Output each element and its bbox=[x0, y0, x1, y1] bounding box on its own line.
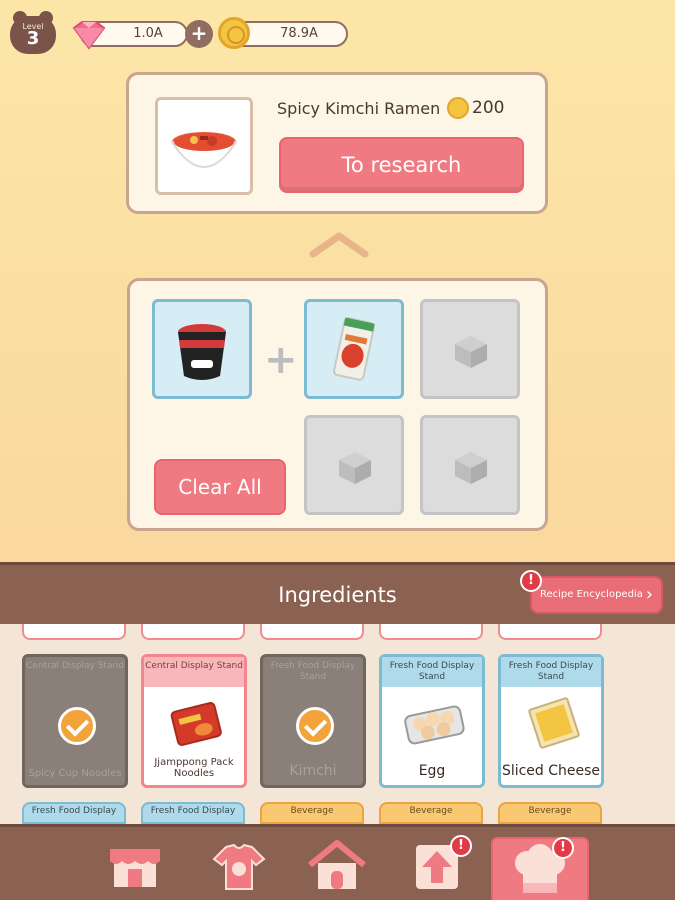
top-hud: Level 3 1.0A + 78.9A bbox=[10, 8, 350, 55]
level-head: Level 3 bbox=[10, 16, 56, 54]
card-top-strip bbox=[260, 624, 364, 640]
gem-icon bbox=[72, 21, 106, 50]
empty-cube-icon bbox=[339, 452, 371, 484]
alert-badge-icon: ! bbox=[450, 835, 472, 857]
kimchi-pack-icon bbox=[333, 317, 375, 381]
ingredients-header: Ingredients Recipe Encyclopedia › ! bbox=[0, 562, 675, 624]
card-top-strip bbox=[141, 624, 245, 640]
recipe-card: Spicy Kimchi Ramen 200 To research bbox=[126, 72, 548, 214]
plus-icon: + bbox=[264, 337, 298, 383]
egg-tray-icon bbox=[404, 705, 465, 745]
card-name: Spicy Cup Noodles bbox=[28, 768, 122, 779]
checkmark-icon bbox=[58, 707, 96, 745]
alert-badge-icon: ! bbox=[552, 837, 574, 859]
ingredient-list: Central Display Stand Spicy Cup Noodles … bbox=[0, 624, 675, 824]
ingredient-slot-2[interactable] bbox=[304, 299, 404, 399]
ingredient-card[interactable]: Central Display Stand Jjamppong Pack Noo… bbox=[141, 654, 247, 788]
card-name: Sliced Cheese bbox=[501, 763, 601, 779]
cup-noodle-icon bbox=[178, 324, 226, 380]
card-category: Beverage bbox=[379, 802, 483, 824]
card-category: Central Display Stand bbox=[144, 657, 244, 687]
home-icon bbox=[308, 840, 366, 889]
ingredient-card[interactable]: Fresh Food Display Stand Sliced Cheese bbox=[498, 654, 604, 788]
empty-cube-icon bbox=[455, 452, 487, 484]
coins-value: 78.9A bbox=[280, 26, 318, 41]
alert-badge-icon: ! bbox=[520, 570, 542, 592]
ingredient-card[interactable]: Fresh Food Display Stand Kimchi bbox=[260, 654, 366, 788]
card-name: Jjamppong Pack Noodles bbox=[154, 757, 234, 779]
recipe-encyclopedia-button[interactable]: Recipe Encyclopedia › bbox=[530, 576, 663, 614]
card-category: Beverage bbox=[498, 802, 602, 824]
checkmark-icon bbox=[296, 707, 334, 745]
recipe-name: Spicy Kimchi Ramen bbox=[277, 99, 441, 118]
empty-cube-icon bbox=[455, 336, 487, 368]
gems-value: 1.0A bbox=[133, 26, 163, 41]
jjamppong-pack-icon bbox=[170, 702, 222, 746]
nav-recipe-lab[interactable] bbox=[491, 837, 589, 900]
ingredient-slot-3[interactable] bbox=[420, 299, 520, 399]
card-name: Egg bbox=[418, 763, 446, 779]
ingredient-card[interactable]: Fresh Food Display Stand Egg bbox=[379, 654, 485, 788]
clear-all-button[interactable]: Clear All bbox=[154, 459, 286, 515]
nav-shop[interactable] bbox=[100, 835, 170, 897]
ramen-bowl-icon bbox=[170, 132, 238, 168]
cheese-slice-icon bbox=[528, 697, 580, 749]
ingredient-slot-5[interactable] bbox=[420, 415, 520, 515]
level-value: 3 bbox=[26, 28, 40, 49]
card-top-strip bbox=[22, 624, 126, 640]
ingredient-slot-4[interactable] bbox=[304, 415, 404, 515]
add-gems-button[interactable]: + bbox=[185, 20, 213, 48]
coin-icon bbox=[218, 17, 250, 49]
ingredient-combine-panel: + Clear All bbox=[127, 278, 548, 531]
level-badge[interactable]: Level 3 bbox=[10, 11, 56, 55]
chevron-up-icon bbox=[309, 232, 369, 258]
chevron-right-icon: › bbox=[645, 584, 653, 605]
card-category: Fresh Food Display bbox=[22, 802, 126, 824]
card-category: Beverage bbox=[260, 802, 364, 824]
card-category: Central Display Stand bbox=[26, 661, 124, 671]
recipe-cost: 200 bbox=[472, 98, 505, 118]
ingredient-slot-1[interactable] bbox=[152, 299, 252, 399]
encyclopedia-label: Recipe Encyclopedia bbox=[540, 589, 643, 600]
recipe-image bbox=[155, 97, 253, 195]
card-top-strip bbox=[379, 624, 483, 640]
card-category: Fresh Food Display Stand bbox=[382, 657, 482, 687]
card-name: Kimchi bbox=[289, 763, 337, 779]
nav-outfit[interactable] bbox=[204, 835, 274, 897]
card-category: Fresh Food Display Stand bbox=[270, 661, 356, 682]
nav-home[interactable] bbox=[302, 835, 372, 897]
ingredient-card[interactable]: Central Display Stand Spicy Cup Noodles bbox=[22, 654, 128, 788]
shop-icon bbox=[110, 849, 160, 887]
card-top-strip bbox=[498, 624, 602, 640]
card-category: Fresh Food Display Stand bbox=[501, 657, 601, 687]
coin-icon bbox=[447, 97, 469, 119]
card-category: Fresh Food Display bbox=[141, 802, 245, 824]
shirt-icon bbox=[212, 843, 266, 890]
bottom-nav: ! ! bbox=[0, 824, 675, 900]
research-button[interactable]: To research bbox=[279, 137, 524, 193]
